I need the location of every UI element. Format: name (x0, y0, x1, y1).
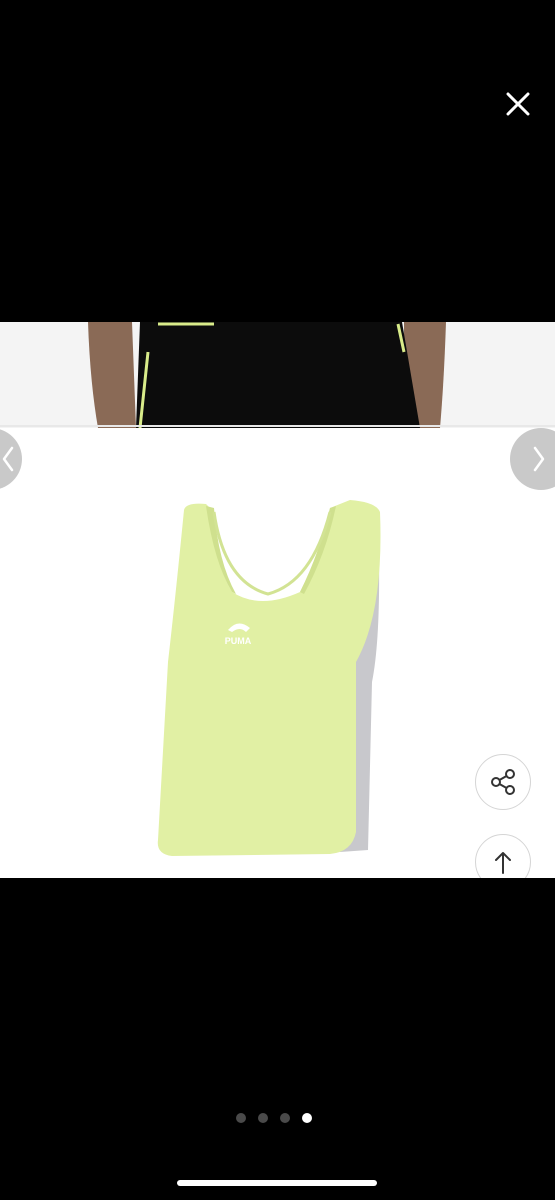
share-button[interactable] (475, 754, 531, 810)
pagination-dot[interactable] (236, 1113, 246, 1123)
pagination-dot[interactable] (280, 1113, 290, 1123)
model-torso-image (0, 322, 555, 429)
pagination-dot[interactable] (258, 1113, 268, 1123)
share-icon (491, 769, 515, 795)
previous-image-button[interactable] (0, 428, 22, 490)
product-photo: PUMA (0, 322, 555, 878)
model-photo-strip (0, 322, 555, 429)
tank-top-image: PUMA (0, 432, 555, 878)
home-indicator[interactable] (177, 1180, 377, 1186)
close-icon (506, 92, 530, 116)
tank-top-image-panel: PUMA (0, 432, 555, 878)
chevron-right-icon (533, 446, 545, 472)
chevron-left-icon (2, 446, 14, 472)
svg-text:PUMA: PUMA (225, 636, 252, 646)
pagination-dot-active[interactable] (302, 1113, 312, 1123)
scroll-to-top-button[interactable] (475, 834, 531, 878)
next-image-button[interactable] (510, 428, 555, 490)
arrow-up-icon (495, 852, 511, 874)
close-button[interactable] (500, 86, 536, 122)
image-pagination (236, 1113, 312, 1125)
